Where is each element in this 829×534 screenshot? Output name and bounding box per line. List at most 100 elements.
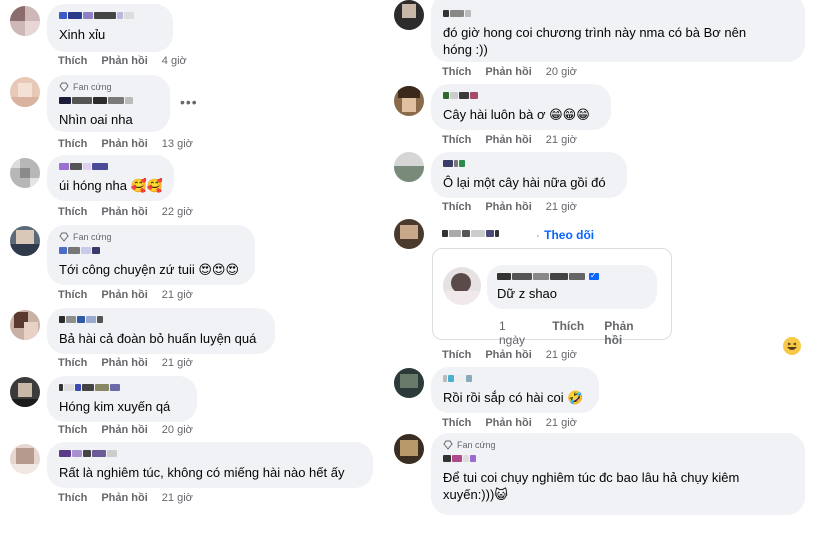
comment-time[interactable]: 21 giờ [546,201,577,213]
reply-button[interactable]: Phản hồi [485,134,531,146]
reply-button[interactable]: Phản hồi [101,357,147,369]
follow-link[interactable]: Theo dõi [544,228,594,242]
comment-actions: Thích Phản hồi 21 giờ [58,289,193,301]
avatar[interactable] [10,226,40,256]
comment-text: Xinh xỉu [59,27,106,42]
comment-text-line: Để tui coi chụy nghiêm túc đc bao lâu hả… [443,470,740,485]
comment-text: Rất là nghiêm túc, không có miếng hài nà… [59,465,345,480]
reply-button[interactable]: Phản hồi [101,289,147,301]
comment-text-line: xuyến:)))😺 [443,487,508,502]
comment-time[interactable]: 20 giờ [546,66,577,78]
diamond-icon [59,232,69,242]
comment-text: Tới công chuyện zứ tuii 😍😍😍 [59,262,240,277]
blurred-author-name[interactable] [443,453,793,464]
like-button[interactable]: Thích [58,289,87,301]
comment-actions: Thích Phản hồi 21 giờ [442,201,577,213]
reply-button[interactable]: Phản hồi [101,55,147,67]
reply-button[interactable]: Phản hồi [485,66,531,78]
like-button[interactable]: Thích [58,138,87,150]
comment-time[interactable]: 13 giờ [162,138,193,150]
blurred-author-name[interactable] [442,228,499,239]
like-button[interactable]: Thích [442,417,471,429]
comment-time[interactable]: 4 giờ [162,55,187,67]
avatar[interactable] [394,0,424,30]
comment-time[interactable]: 21 giờ [546,349,577,361]
avatar[interactable] [394,434,424,464]
comment-time[interactable]: 21 giờ [546,134,577,146]
fan-badge: Fan cứng [443,439,793,451]
comment-text: úi hóng nha 🥰🥰 [59,178,163,193]
comment-text: Dữ z shao [497,286,558,301]
comment-text: Bả hài cả đoàn bỏ huấn luyện quá [59,331,257,346]
avatar[interactable] [10,77,40,107]
blurred-author-name[interactable] [59,95,158,106]
comment-actions: Thích Phản hồi 20 giờ [58,424,193,436]
comment-actions: Thích Phản hồi 13 giờ [58,138,193,150]
avatar[interactable] [394,86,424,116]
diamond-icon [59,82,69,92]
avatar[interactable] [10,6,40,36]
blurred-author-name[interactable] [443,8,793,19]
reply-button[interactable]: Phản hồi [485,349,531,361]
like-button[interactable]: Thích [442,66,471,78]
like-button[interactable]: Thích [58,424,87,436]
comment-time[interactable]: 21 giờ [546,417,577,429]
comment-time[interactable]: 21 giờ [162,492,193,504]
comment-bubble: Bả hài cả đoàn bỏ huấn luyện quá [47,308,275,354]
blurred-author-name[interactable] [59,314,263,325]
comment-actions: Thích Phản hồi 21 giờ [442,417,577,429]
like-button[interactable]: Thích [58,357,87,369]
blurred-author-name[interactable] [59,10,161,21]
like-button[interactable]: Thích [58,206,87,218]
reply-button[interactable]: Phản hồi [101,492,147,504]
comment-bubble: Ô lại một cây hài nữa gồi đó [431,152,627,198]
comment-text: Rồi rồi sắp có hài coi 🤣 [443,390,584,405]
diamond-icon [443,440,453,450]
comment-time[interactable]: 20 giờ [162,424,193,436]
avatar[interactable] [443,267,481,305]
avatar[interactable] [394,368,424,398]
comment-bubble: Rồi rồi sắp có hài coi 🤣 [431,367,599,413]
avatar[interactable] [10,377,40,407]
blurred-author-name[interactable] [59,382,185,393]
follow-row: · Theo dõi [536,228,595,242]
comment-actions: Thích Phản hồi 21 giờ [58,357,193,369]
blurred-author-name[interactable] [443,90,599,101]
like-button[interactable]: Thích [442,134,471,146]
haha-reaction-icon[interactable] [782,336,802,356]
like-button[interactable]: Thích [58,492,87,504]
comment-text: Nhìn oai nha [59,112,133,127]
comment-bubble: Cây hài luôn bà ơ 😁😁😁 [431,84,611,130]
comment-time[interactable]: 22 giờ [162,206,193,218]
blurred-author-name[interactable] [59,161,162,172]
reply-button[interactable]: Phản hồi [485,417,531,429]
blurred-author-name[interactable] [59,245,243,256]
reply-button[interactable]: Phản hồi [485,201,531,213]
more-options-icon[interactable]: ••• [180,94,198,110]
comment-time[interactable]: 21 giờ [162,289,193,301]
like-button[interactable]: Thích [442,201,471,213]
reply-button[interactable]: Phản hồi [101,138,147,150]
reply-button[interactable]: Phản hồi [101,424,147,436]
reply-button[interactable]: Phản hồi [604,319,651,347]
like-button[interactable]: Thích [58,55,87,67]
comment-actions: 1 ngày Thích Phản hồi [499,319,671,347]
avatar[interactable] [394,152,424,182]
shared-comment-bubble: Dữ z shao [487,265,657,309]
blurred-author-name[interactable] [497,271,647,282]
comment-time[interactable]: 21 giờ [162,357,193,369]
reply-button[interactable]: Phản hồi [101,206,147,218]
avatar[interactable] [10,310,40,340]
blurred-author-name[interactable] [443,373,587,384]
like-button[interactable]: Thích [552,319,584,347]
shared-comment-card[interactable]: Dữ z shao 1 ngày Thích Phản hồi [432,248,672,347]
comment-bubble: úi hóng nha 🥰🥰 [47,155,174,201]
avatar[interactable] [10,158,40,188]
blurred-author-name[interactable] [59,448,361,459]
blurred-author-name[interactable] [443,158,615,169]
comment-time[interactable]: 1 ngày [499,319,532,347]
avatar[interactable] [10,444,40,474]
avatar[interactable] [394,219,424,249]
like-button[interactable]: Thích [442,349,471,361]
comment-text: Cây hài luôn bà ơ 😁😁😁 [443,107,590,122]
